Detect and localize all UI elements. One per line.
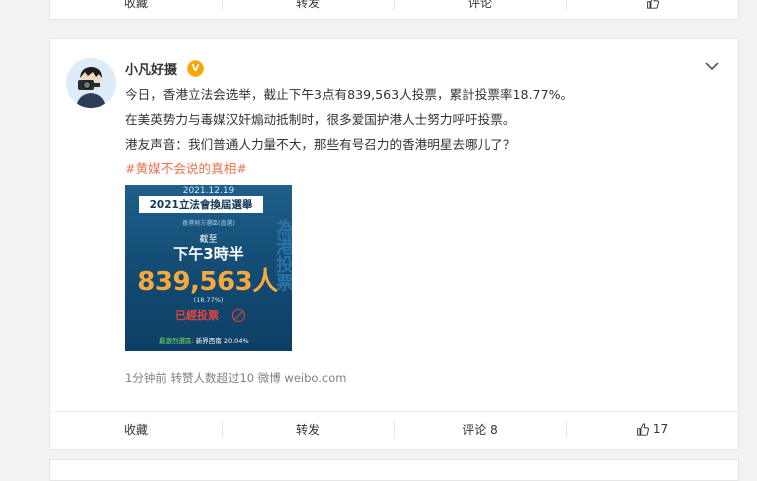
collect-label: 收藏 [123, 0, 148, 10]
chevron-down-icon[interactable] [705, 61, 719, 71]
thumbs-up-icon [646, 0, 659, 9]
collect-label: 收藏 [123, 422, 148, 437]
hashtag-link[interactable]: #黄媒不会说的真相# [125, 158, 247, 177]
previous-post-card: 收藏 转发 评论 [49, 0, 739, 20]
comment-label: 评论 [467, 0, 492, 10]
repost-label: 转发 [295, 422, 320, 437]
comment-label: 评论 8 [462, 422, 498, 437]
post-image[interactable]: 2021.12.19 2021立法會換屆選舉 香港地方選區(直選) 截至 下午3… [125, 185, 292, 351]
comment-button[interactable]: 评论 [394, 0, 566, 19]
repost-button[interactable]: 转发 [222, 412, 394, 446]
next-post-card [49, 459, 739, 481]
post-text-line: 港友声音：我们普通人力量不大，那些有号召力的香港明星去哪儿了？ [125, 137, 516, 152]
repost-button[interactable]: 转发 [222, 0, 394, 19]
collect-button[interactable]: 收藏 [50, 412, 222, 446]
repost-label: 转发 [295, 0, 320, 10]
like-button[interactable] [566, 0, 738, 19]
post-text-line: 在美英势力与毒媒汉奸煽动抵制时，很多爱国护港人士努力呼吁投票。 [125, 112, 516, 127]
image-deco-text: 為港投票 [273, 219, 292, 291]
verified-badge: V [187, 60, 204, 77]
previous-post-action-bar: 收藏 转发 评论 [50, 0, 738, 19]
like-button[interactable]: 17 [566, 412, 738, 446]
image-percent: (18.77%) [193, 296, 224, 304]
collect-button[interactable]: 收藏 [50, 0, 222, 19]
avatar[interactable] [66, 58, 116, 108]
post-action-bar: 收藏 转发 评论 8 17 [50, 411, 738, 446]
author-name[interactable]: 小凡好摄 [125, 59, 177, 78]
image-subtitle: 香港地方選區(直選) [182, 220, 235, 227]
image-footer-label: 最激烈選區: [159, 337, 194, 345]
image-footer: 最激烈選區: 新界西南 20.04% [159, 335, 249, 345]
photographer-avatar-icon [66, 58, 116, 108]
voted-icon [232, 309, 245, 322]
image-title: 2021立法會換屆選舉 [139, 196, 263, 213]
image-date: 2021.12.19 [182, 186, 235, 196]
weibo-post-card: 小凡好摄 V 今日，香港立法会选举，截止下午3点有839,563人投票，累計投票… [49, 38, 739, 450]
like-count: 17 [652, 422, 669, 436]
image-voted-label: 已經投票 [175, 309, 219, 322]
image-footer-value: 新界西南 20.04% [195, 337, 249, 345]
thumbs-up-icon [636, 422, 649, 436]
post-text-line: 今日，香港立法会选举，截止下午3点有839,563人投票，累計投票率18.77%… [125, 87, 574, 102]
image-voter-count: 839,563人 [137, 267, 278, 297]
post-meta: 1分钟前 转赞人数超过10 微博 weibo.com [125, 371, 347, 385]
comment-button[interactable]: 评论 8 [394, 412, 566, 446]
